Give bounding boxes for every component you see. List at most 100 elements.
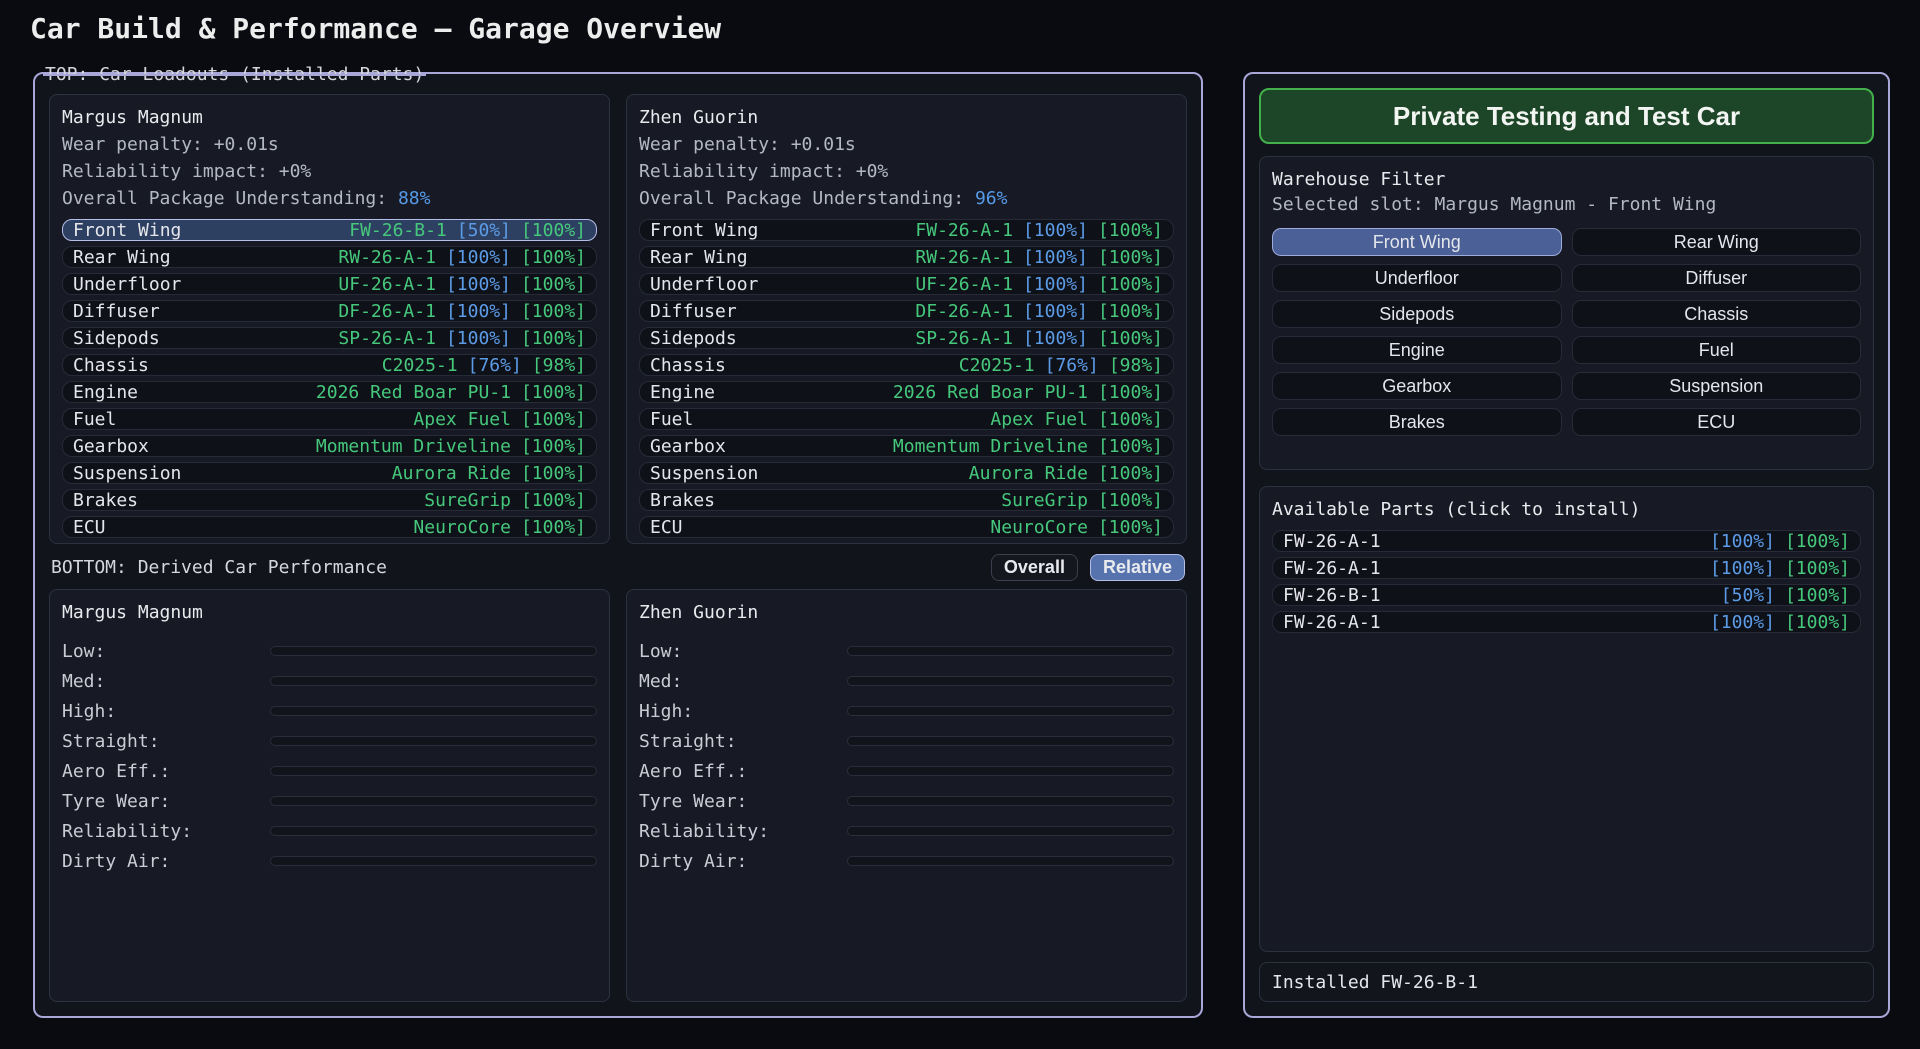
bar-track	[270, 706, 597, 716]
filter-button[interactable]: Fuel	[1572, 336, 1862, 364]
metric-label: Med:	[639, 671, 847, 692]
metric-row: Straight:	[639, 726, 1174, 756]
part-condition-pct: [100%]	[1098, 274, 1163, 295]
metric-row: Low:	[62, 636, 597, 666]
part-knowledge-pct: [100%]	[1710, 531, 1775, 552]
part-slot-row[interactable]: Brakes SureGrip [100%]	[639, 489, 1174, 511]
part-slot-row[interactable]: Chassis C2025-1 [76%] [98%]	[62, 354, 597, 376]
filter-button[interactable]: Suspension	[1572, 372, 1862, 400]
private-testing-panel: Private Testing and Test Car Warehouse F…	[1243, 72, 1890, 1018]
filter-button[interactable]: Front Wing	[1272, 228, 1562, 256]
performance-view-toggle: Overall Relative	[991, 554, 1185, 581]
part-slot-row[interactable]: Gearbox Momentum Driveline [100%]	[62, 435, 597, 457]
part-slot-value: SureGrip [100%]	[1001, 490, 1163, 511]
part-slot-row[interactable]: Engine 2026 Red Boar PU-1 [100%]	[639, 381, 1174, 403]
part-slot-value: DF-26-A-1 [100%] [100%]	[915, 301, 1163, 322]
warehouse-filter-grid: Front Wing Rear Wing Underfloor Diffuser…	[1272, 228, 1861, 436]
part-condition-pct: [100%]	[521, 490, 586, 511]
part-code: NeuroCore	[413, 517, 511, 538]
part-slot-row[interactable]: Front Wing FW-26-A-1 [100%] [100%]	[639, 219, 1174, 241]
filter-button[interactable]: Diffuser	[1572, 264, 1862, 292]
part-code: Aurora Ride	[392, 463, 511, 484]
part-slot-value: SureGrip [100%]	[424, 490, 586, 511]
part-slot-value: FW-26-B-1 [50%] [100%]	[349, 220, 586, 241]
part-slot-value: C2025-1 [76%] [98%]	[382, 355, 586, 376]
part-slot-row[interactable]: Underfloor UF-26-A-1 [100%] [100%]	[639, 273, 1174, 295]
part-slot-row[interactable]: Sidepods SP-26-A-1 [100%] [100%]	[639, 327, 1174, 349]
part-condition-pct: [100%]	[521, 247, 586, 268]
relative-toggle-button[interactable]: Relative	[1090, 554, 1185, 581]
available-part-name: FW-26-A-1	[1283, 612, 1381, 633]
part-code: SureGrip	[424, 490, 511, 511]
driver-loadout-card-margus: Margus Magnum Wear penalty: +0.01s Relia…	[49, 94, 610, 544]
part-slot-label: ECU	[650, 517, 683, 538]
filter-button[interactable]: Engine	[1272, 336, 1562, 364]
bar-track	[847, 856, 1174, 866]
available-part-value: [100%] [100%]	[1710, 531, 1850, 552]
filter-button[interactable]: Underfloor	[1272, 264, 1562, 292]
part-slot-row[interactable]: Front Wing FW-26-B-1 [50%] [100%]	[62, 219, 597, 241]
part-slot-row[interactable]: Chassis C2025-1 [76%] [98%]	[639, 354, 1174, 376]
part-slot-row[interactable]: Fuel Apex Fuel [100%]	[62, 408, 597, 430]
available-part-row[interactable]: FW-26-A-1 [100%] [100%]	[1272, 530, 1861, 552]
part-slot-value: NeuroCore [100%]	[413, 517, 586, 538]
part-slot-row[interactable]: Gearbox Momentum Driveline [100%]	[639, 435, 1174, 457]
part-slot-label: Suspension	[650, 463, 758, 484]
part-slot-row[interactable]: Suspension Aurora Ride [100%]	[62, 462, 597, 484]
part-slot-row[interactable]: Underfloor UF-26-A-1 [100%] [100%]	[62, 273, 597, 295]
driver-performance-card-zhen: Zhen Guorin Low: Med: High:	[626, 589, 1187, 1002]
part-slot-value: Apex Fuel [100%]	[413, 409, 586, 430]
overall-toggle-button[interactable]: Overall	[991, 554, 1078, 581]
wear-penalty-text: Wear penalty: +0.01s	[62, 131, 597, 158]
part-slot-label: Sidepods	[73, 328, 160, 349]
filter-button[interactable]: Rear Wing	[1572, 228, 1862, 256]
filter-button[interactable]: Brakes	[1272, 408, 1562, 436]
available-part-row[interactable]: FW-26-A-1 [100%] [100%]	[1272, 557, 1861, 579]
part-slot-row[interactable]: ECU NeuroCore [100%]	[639, 516, 1174, 538]
private-testing-button[interactable]: Private Testing and Test Car	[1259, 88, 1874, 144]
part-condition-pct: [100%]	[521, 328, 586, 349]
metric-row: Tyre Wear:	[639, 786, 1174, 816]
part-condition-pct: [98%]	[1109, 355, 1163, 376]
filter-button[interactable]: Chassis	[1572, 300, 1862, 328]
part-slot-list: Front Wing FW-26-B-1 [50%] [100%] Rear W…	[62, 219, 597, 538]
part-slot-value: 2026 Red Boar PU-1 [100%]	[316, 382, 586, 403]
part-slot-label: Diffuser	[650, 301, 737, 322]
part-slot-row[interactable]: Engine 2026 Red Boar PU-1 [100%]	[62, 381, 597, 403]
metric-label: Reliability:	[639, 821, 847, 842]
warehouse-filter-card: Warehouse Filter Selected slot: Margus M…	[1259, 156, 1874, 470]
available-part-value: [50%] [100%]	[1721, 585, 1850, 606]
part-slot-row[interactable]: Brakes SureGrip [100%]	[62, 489, 597, 511]
part-knowledge-pct: [100%]	[1023, 274, 1088, 295]
part-slot-row[interactable]: Diffuser DF-26-A-1 [100%] [100%]	[62, 300, 597, 322]
part-code: UF-26-A-1	[915, 274, 1013, 295]
understanding-value: 96%	[975, 188, 1008, 209]
available-part-row[interactable]: FW-26-B-1 [50%] [100%]	[1272, 584, 1861, 606]
part-slot-label: Fuel	[73, 409, 116, 430]
available-part-name: FW-26-B-1	[1283, 585, 1381, 606]
bar-track	[847, 736, 1174, 746]
warehouse-filter-heading: Warehouse Filter	[1272, 167, 1861, 192]
metric-label: Reliability:	[62, 821, 270, 842]
part-condition-pct: [98%]	[532, 355, 586, 376]
part-slot-row[interactable]: ECU NeuroCore [100%]	[62, 516, 597, 538]
available-part-row[interactable]: FW-26-A-1 [100%] [100%]	[1272, 611, 1861, 633]
part-slot-row[interactable]: Rear Wing RW-26-A-1 [100%] [100%]	[62, 246, 597, 268]
part-condition-pct: [100%]	[1098, 220, 1163, 241]
part-slot-row[interactable]: Suspension Aurora Ride [100%]	[639, 462, 1174, 484]
part-slot-value: UF-26-A-1 [100%] [100%]	[338, 274, 586, 295]
part-code: Momentum Driveline	[316, 436, 511, 457]
part-knowledge-pct: [100%]	[446, 274, 511, 295]
part-slot-row[interactable]: Fuel Apex Fuel [100%]	[639, 408, 1174, 430]
filter-button[interactable]: ECU	[1572, 408, 1862, 436]
metric-row: Reliability:	[62, 816, 597, 846]
part-slot-row[interactable]: Diffuser DF-26-A-1 [100%] [100%]	[639, 300, 1174, 322]
bar-track	[847, 766, 1174, 776]
understanding-label: Overall Package Understanding:	[62, 188, 398, 209]
part-slot-row[interactable]: Rear Wing RW-26-A-1 [100%] [100%]	[639, 246, 1174, 268]
part-slot-row[interactable]: Sidepods SP-26-A-1 [100%] [100%]	[62, 327, 597, 349]
filter-button[interactable]: Sidepods	[1272, 300, 1562, 328]
filter-button[interactable]: Gearbox	[1272, 372, 1562, 400]
available-part-name: FW-26-A-1	[1283, 531, 1381, 552]
metric-label: Med:	[62, 671, 270, 692]
